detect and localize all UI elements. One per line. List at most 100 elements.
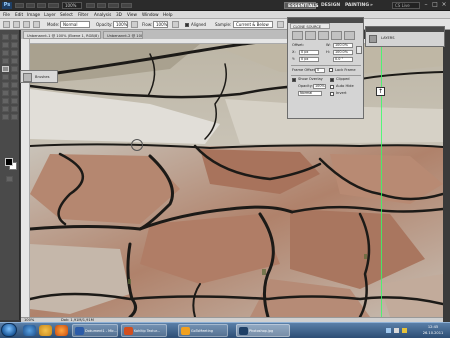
marquee-tool-icon[interactable] <box>11 34 18 40</box>
vertical-guide[interactable] <box>381 44 382 317</box>
menu-help[interactable]: Help <box>163 11 173 19</box>
zoom-tool-icon[interactable] <box>11 114 18 120</box>
hand-tool-icon[interactable] <box>2 114 9 120</box>
taskbar-task-word[interactable]: Dokument1 - Mic... <box>72 324 118 337</box>
clipped-checkbox[interactable] <box>330 78 334 82</box>
layers-panel-label[interactable]: LAYERS <box>381 36 395 41</box>
clone-stamp-tool-icon[interactable] <box>3 21 10 28</box>
document-tab-2[interactable]: Unbenannt-2 @ 100% <box>103 31 143 39</box>
invert-checkbox[interactable] <box>330 92 334 96</box>
airbrush-icon[interactable] <box>172 21 179 28</box>
crop-tool-icon[interactable] <box>2 50 9 56</box>
frame-offset-field[interactable]: 0 <box>315 68 325 73</box>
layers-panel-titlebar[interactable] <box>366 27 444 32</box>
opacity-field[interactable]: 100% <box>113 21 128 28</box>
mode-select[interactable]: Normal <box>60 21 90 28</box>
foreground-color-swatch[interactable] <box>5 158 13 166</box>
screen-mode-button[interactable] <box>121 3 132 8</box>
sample-select[interactable]: Current & Below <box>233 21 273 28</box>
menu-edit[interactable]: Edit <box>15 11 23 19</box>
clone-stamp-tool-icon[interactable] <box>2 66 9 72</box>
3d-rotate-tool-icon[interactable] <box>2 106 9 112</box>
arrange-documents-button[interactable] <box>108 3 119 8</box>
workspace-essentials[interactable]: ESSENTIALS <box>284 2 319 9</box>
height-scale-field[interactable]: 100.0% <box>333 50 353 55</box>
aligned-checkbox[interactable] <box>185 23 189 27</box>
start-button[interactable] <box>1 323 17 337</box>
menu-layer[interactable]: Layer <box>44 11 56 19</box>
width-scale-field[interactable]: 100.0% <box>333 43 353 48</box>
healing-brush-tool-icon[interactable] <box>2 58 9 64</box>
lock-frame-checkbox[interactable] <box>329 68 333 72</box>
menu-select[interactable]: Select <box>60 11 73 19</box>
type-tool-icon[interactable] <box>11 90 18 96</box>
tab-clone-source[interactable]: CLONE SOURCE <box>290 23 330 29</box>
cs-live-button[interactable]: CS Live <box>392 2 420 9</box>
zoom-tool-button[interactable] <box>48 3 59 8</box>
y-offset-field[interactable]: 0 px <box>299 57 319 62</box>
system-tray[interactable] <box>384 327 414 335</box>
blur-tool-icon[interactable] <box>2 82 9 88</box>
quick-mask-icon[interactable] <box>6 176 13 182</box>
maximize-icon[interactable]: □ <box>431 1 439 9</box>
rotate-view-button[interactable] <box>97 3 106 8</box>
notification-icon[interactable] <box>402 328 407 333</box>
mini-bridge-button[interactable] <box>26 3 35 8</box>
workspace-design[interactable]: DESIGN <box>318 2 340 9</box>
ignore-adjustment-layers-icon[interactable] <box>277 21 284 28</box>
taskbar-clock[interactable]: 12:45 26.10.2011 <box>418 324 448 337</box>
link-scale-icon[interactable] <box>356 46 362 54</box>
document-tab-1[interactable]: Unbenannt-1 @ 100% (Ebene 1, RGB/8) <box>23 31 101 39</box>
quick-selection-tool-icon[interactable] <box>11 42 18 48</box>
layers-icon[interactable] <box>369 35 377 43</box>
history-brush-tool-icon[interactable] <box>11 66 18 72</box>
taskbar-task-texture[interactable]: Kohltip Textur... <box>121 324 167 337</box>
menu-3d[interactable]: 3D <box>116 11 122 19</box>
tablet-opacity-icon[interactable] <box>131 21 138 28</box>
internet-explorer-icon[interactable] <box>23 325 36 336</box>
eraser-tool-icon[interactable] <box>2 74 9 80</box>
workspace-more-button[interactable]: » <box>367 2 375 9</box>
pen-tool-icon[interactable] <box>2 90 9 96</box>
brush-picker-icon[interactable] <box>13 21 20 28</box>
clone-source-1-icon[interactable] <box>292 31 303 40</box>
toggle-brush-panel-icon[interactable] <box>23 21 30 28</box>
view-extras-button[interactable] <box>37 3 46 8</box>
show-overlay-checkbox[interactable] <box>292 78 296 82</box>
menu-view[interactable]: View <box>127 11 137 19</box>
close-icon[interactable]: × <box>440 1 448 9</box>
eyedropper-tool-icon[interactable] <box>11 50 18 56</box>
clone-source-3-icon[interactable] <box>318 31 329 40</box>
clone-source-2-icon[interactable] <box>305 31 316 40</box>
dodge-tool-icon[interactable] <box>11 82 18 88</box>
lasso-tool-icon[interactable] <box>2 42 9 48</box>
clone-source-4-icon[interactable] <box>331 31 342 40</box>
x-offset-field[interactable]: 0 px <box>299 50 319 55</box>
document-canvas[interactable]: ↑ <box>30 44 443 317</box>
3d-orbit-tool-icon[interactable] <box>11 106 18 112</box>
menu-file[interactable]: File <box>3 11 10 19</box>
clone-source-5-icon[interactable] <box>344 31 355 40</box>
toggle-clone-source-panel-icon[interactable] <box>33 21 40 28</box>
menu-window[interactable]: Window <box>142 11 159 19</box>
firefox-icon[interactable] <box>55 325 68 336</box>
gradient-tool-icon[interactable] <box>11 74 18 80</box>
menu-filter[interactable]: Filter <box>78 11 88 19</box>
rotation-angle-field[interactable]: 0.0 ° <box>333 57 353 62</box>
network-icon[interactable] <box>386 328 391 333</box>
workspace-painting[interactable]: PAINTING <box>342 2 369 9</box>
hand-tool-button[interactable] <box>86 3 95 8</box>
bridge-button[interactable] <box>15 3 24 8</box>
taskbar-task-photoshop[interactable]: Photoshop.jpg <box>236 324 290 337</box>
volume-icon[interactable] <box>394 328 399 333</box>
menu-image[interactable]: Image <box>27 11 40 19</box>
shape-tool-icon[interactable] <box>11 98 18 104</box>
brush-preview-icon[interactable] <box>23 73 32 82</box>
flow-field[interactable]: 100% <box>153 21 168 28</box>
windows-explorer-icon[interactable] <box>39 325 52 336</box>
zoom-level-select[interactable]: 100% <box>62 2 82 9</box>
overlay-blend-mode-select[interactable]: Normal <box>298 91 322 96</box>
minimize-icon[interactable]: – <box>422 1 430 9</box>
overlay-opacity-field[interactable]: 100% <box>313 84 326 89</box>
auto-hide-checkbox[interactable] <box>330 85 334 89</box>
